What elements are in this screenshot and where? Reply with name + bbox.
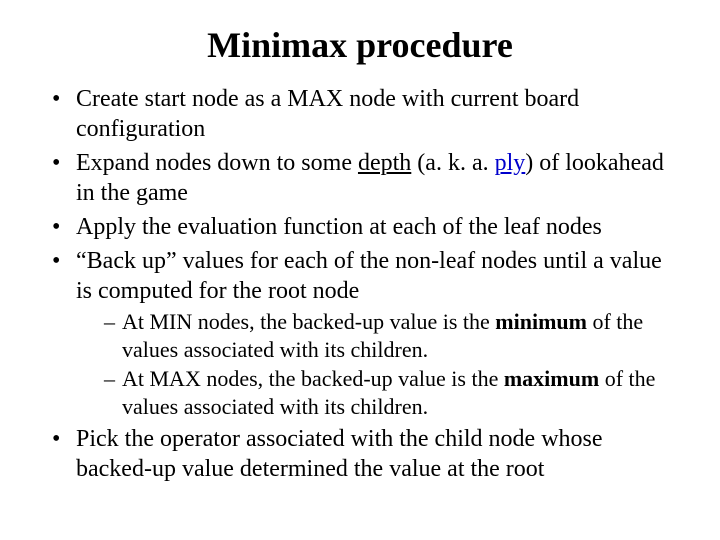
bullet-4-text: “Back up” values for each of the non-lea… (76, 248, 662, 304)
bullet-2-text-a: Expand nodes down to some (76, 150, 358, 176)
bullet-4: “Back up” values for each of the non-lea… (52, 246, 668, 420)
bullet-2: Expand nodes down to some depth (a. k. a… (52, 148, 668, 208)
bullet-3: Apply the evaluation function at each of… (52, 212, 668, 242)
bullet-2-text-b: (a. k. a. (411, 150, 494, 176)
sub-bullet-2: At MAX nodes, the backed-up value is the… (104, 365, 668, 420)
sub-bullet-1: At MIN nodes, the backed-up value is the… (104, 308, 668, 363)
slide-title: Minimax procedure (48, 24, 672, 66)
term-depth: depth (358, 150, 411, 176)
bullet-1-text: Create start node as a MAX node with cur… (76, 86, 579, 142)
bullet-5: Pick the operator associated with the ch… (52, 424, 668, 484)
sub-1-text-a: At MIN nodes, the backed-up value is the (122, 309, 495, 334)
sub-list: At MIN nodes, the backed-up value is the… (76, 308, 668, 420)
sub-2-text-a: At MAX nodes, the backed-up value is the (122, 366, 504, 391)
term-maximum: maximum (504, 366, 599, 391)
bullet-5-text: Pick the operator associated with the ch… (76, 426, 603, 482)
bullet-3-text: Apply the evaluation function at each of… (76, 214, 602, 240)
slide: Minimax procedure Create start node as a… (0, 0, 720, 540)
link-ply[interactable]: ply (495, 150, 526, 176)
term-minimum: minimum (495, 309, 587, 334)
bullet-1: Create start node as a MAX node with cur… (52, 84, 668, 144)
bullet-list: Create start node as a MAX node with cur… (48, 84, 672, 484)
